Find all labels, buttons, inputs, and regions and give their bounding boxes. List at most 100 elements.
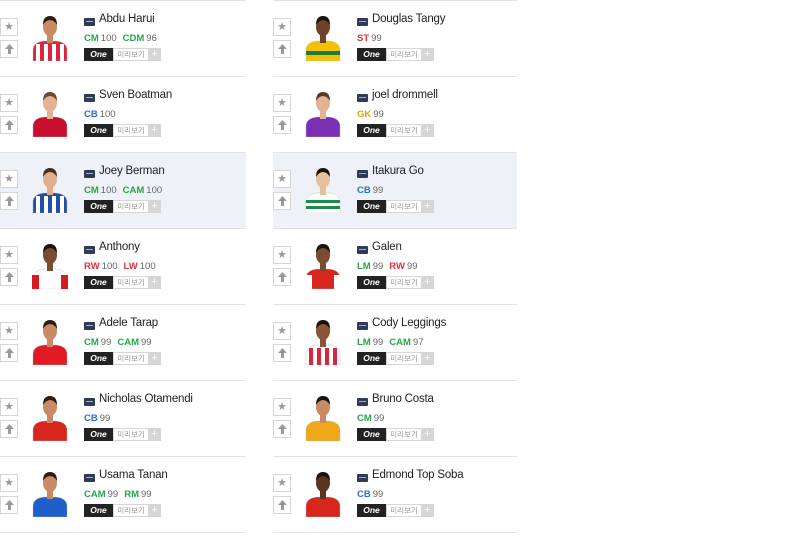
player-avatar[interactable] <box>303 315 343 365</box>
player-avatar[interactable] <box>303 87 343 137</box>
preview-button[interactable]: 미리보기 <box>113 276 148 289</box>
player-card[interactable]: ★ Cody Leggings LM 99 CAM 97 One 미리보기 + <box>273 305 517 381</box>
add-compare-button[interactable]: + <box>148 352 161 365</box>
player-name[interactable]: Nicholas Otamendi <box>99 393 193 405</box>
player-name[interactable]: Adele Tarap <box>99 317 158 329</box>
add-compare-button[interactable]: + <box>148 504 161 517</box>
player-name[interactable]: Sven Boatman <box>99 89 172 101</box>
player-name[interactable]: Abdu Harui <box>99 13 155 25</box>
upgrade-arrow-button[interactable] <box>0 344 18 362</box>
preview-button[interactable]: 미리보기 <box>113 48 148 61</box>
upgrade-arrow-button[interactable] <box>273 344 291 362</box>
player-card[interactable]: ★ Edmond Top Soba CB 99 One 미리보기 + <box>273 457 517 533</box>
player-avatar[interactable] <box>30 163 70 213</box>
player-avatar[interactable] <box>303 467 343 517</box>
preview-button[interactable]: 미리보기 <box>113 504 148 517</box>
one-button[interactable]: One <box>357 124 386 137</box>
player-avatar[interactable] <box>30 467 70 517</box>
player-card[interactable]: ★ Bruno Costa CM 99 One 미리보기 + <box>273 381 517 457</box>
one-button[interactable]: One <box>84 200 113 213</box>
player-name[interactable]: Cody Leggings <box>372 317 446 329</box>
preview-button[interactable]: 미리보기 <box>113 124 148 137</box>
player-avatar[interactable] <box>303 11 343 61</box>
favorite-star-button[interactable]: ★ <box>0 398 18 416</box>
one-button[interactable]: One <box>357 504 386 517</box>
upgrade-arrow-button[interactable] <box>0 40 18 58</box>
one-button[interactable]: One <box>84 352 113 365</box>
add-compare-button[interactable]: + <box>421 428 434 441</box>
favorite-star-button[interactable]: ★ <box>273 398 291 416</box>
add-compare-button[interactable]: + <box>421 504 434 517</box>
player-card[interactable]: ★ Abdu Harui CM 100 CDM 96 One 미리보기 + <box>0 0 246 77</box>
favorite-star-button[interactable]: ★ <box>0 474 18 492</box>
favorite-star-button[interactable]: ★ <box>273 246 291 264</box>
preview-button[interactable]: 미리보기 <box>386 352 421 365</box>
upgrade-arrow-button[interactable] <box>0 192 18 210</box>
one-button[interactable]: One <box>84 124 113 137</box>
preview-button[interactable]: 미리보기 <box>113 200 148 213</box>
add-compare-button[interactable]: + <box>148 428 161 441</box>
favorite-star-button[interactable]: ★ <box>273 94 291 112</box>
player-name[interactable]: Usama Tanan <box>99 469 168 481</box>
player-card[interactable]: ★ Sven Boatman CB 100 One 미리보기 + <box>0 77 246 153</box>
favorite-star-button[interactable]: ★ <box>0 170 18 188</box>
upgrade-arrow-button[interactable] <box>273 40 291 58</box>
one-button[interactable]: One <box>84 48 113 61</box>
add-compare-button[interactable]: + <box>421 352 434 365</box>
favorite-star-button[interactable]: ★ <box>273 474 291 492</box>
player-card[interactable]: ★ Usama Tanan CAM 99 RM 99 One 미리보기 + <box>0 457 246 533</box>
player-avatar[interactable] <box>303 391 343 441</box>
add-compare-button[interactable]: + <box>148 48 161 61</box>
add-compare-button[interactable]: + <box>421 200 434 213</box>
player-avatar[interactable] <box>303 239 343 289</box>
preview-button[interactable]: 미리보기 <box>386 124 421 137</box>
one-button[interactable]: One <box>357 48 386 61</box>
favorite-star-button[interactable]: ★ <box>273 18 291 36</box>
one-button[interactable]: One <box>357 276 386 289</box>
player-name[interactable]: Bruno Costa <box>372 393 434 405</box>
upgrade-arrow-button[interactable] <box>0 268 18 286</box>
preview-button[interactable]: 미리보기 <box>386 48 421 61</box>
player-card[interactable]: ★ Douglas Tangy ST 99 One 미리보기 + <box>273 0 517 77</box>
player-name[interactable]: Galen <box>372 241 402 253</box>
player-card[interactable]: ★ Joey Berman CM 100 CAM 100 One 미리보기 + <box>0 153 246 229</box>
favorite-star-button[interactable]: ★ <box>273 322 291 340</box>
favorite-star-button[interactable]: ★ <box>0 246 18 264</box>
player-avatar[interactable] <box>30 239 70 289</box>
player-avatar[interactable] <box>303 163 343 213</box>
player-card[interactable]: ★ Adele Tarap CM 99 CAM 99 One 미리보기 + <box>0 305 246 381</box>
preview-button[interactable]: 미리보기 <box>113 428 148 441</box>
favorite-star-button[interactable]: ★ <box>0 94 18 112</box>
preview-button[interactable]: 미리보기 <box>386 428 421 441</box>
add-compare-button[interactable]: + <box>421 124 434 137</box>
player-avatar[interactable] <box>30 391 70 441</box>
upgrade-arrow-button[interactable] <box>273 420 291 438</box>
one-button[interactable]: One <box>357 200 386 213</box>
player-avatar[interactable] <box>30 87 70 137</box>
preview-button[interactable]: 미리보기 <box>113 352 148 365</box>
add-compare-button[interactable]: + <box>148 124 161 137</box>
player-name[interactable]: Anthony <box>99 241 140 253</box>
upgrade-arrow-button[interactable] <box>0 116 18 134</box>
player-name[interactable]: Douglas Tangy <box>372 13 445 25</box>
one-button[interactable]: One <box>84 504 113 517</box>
player-avatar[interactable] <box>30 11 70 61</box>
player-card[interactable]: ★ Nicholas Otamendi CB 99 One 미리보기 + <box>0 381 246 457</box>
one-button[interactable]: One <box>84 428 113 441</box>
add-compare-button[interactable]: + <box>148 276 161 289</box>
upgrade-arrow-button[interactable] <box>273 116 291 134</box>
upgrade-arrow-button[interactable] <box>0 496 18 514</box>
upgrade-arrow-button[interactable] <box>273 192 291 210</box>
preview-button[interactable]: 미리보기 <box>386 276 421 289</box>
player-card[interactable]: ★ joel drommell GK 99 One 미리보기 + <box>273 77 517 153</box>
add-compare-button[interactable]: + <box>421 48 434 61</box>
player-card[interactable]: ★ Anthony RW 100 LW 100 One 미리보기 + <box>0 229 246 305</box>
player-avatar[interactable] <box>30 315 70 365</box>
preview-button[interactable]: 미리보기 <box>386 200 421 213</box>
preview-button[interactable]: 미리보기 <box>386 504 421 517</box>
player-name[interactable]: Edmond Top Soba <box>372 469 464 481</box>
one-button[interactable]: One <box>357 428 386 441</box>
player-name[interactable]: Joey Berman <box>99 165 165 177</box>
favorite-star-button[interactable]: ★ <box>0 18 18 36</box>
upgrade-arrow-button[interactable] <box>273 496 291 514</box>
